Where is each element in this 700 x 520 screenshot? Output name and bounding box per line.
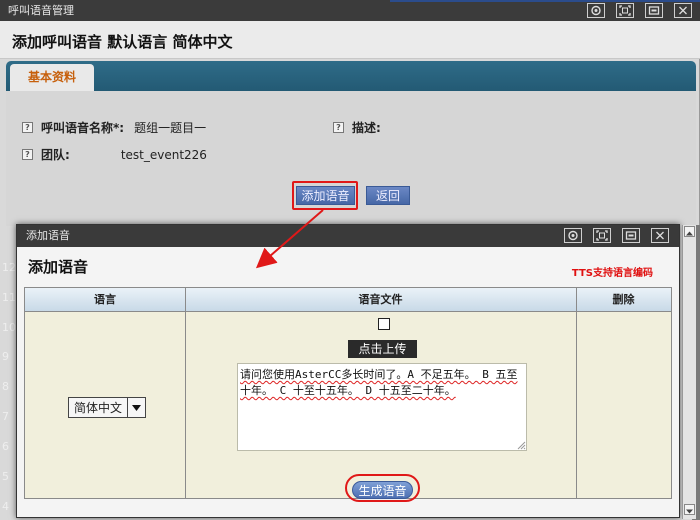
window-titlebar: 呼叫语音管理 — [0, 0, 700, 21]
add-voice-dialog: 添加语音 添加语音 TTS支持语言编码 语言 语音文件 删除 简体中文 点击上传… — [16, 224, 696, 519]
tab-basic-info[interactable]: 基本资料 — [10, 64, 94, 91]
tts-text-input[interactable]: 请问您使用AsterCC多长时间了。A 不足五年。 B 五至十年。 C 十至十五… — [237, 363, 527, 451]
settings-icon[interactable] — [564, 228, 582, 243]
table-header: 语言 语音文件 删除 — [25, 288, 671, 312]
field-description: ? 描述: — [333, 119, 381, 136]
dialog-titlebar-text: 添加语音 — [26, 229, 70, 242]
generate-voice-button[interactable]: 生成语音 — [352, 481, 413, 499]
voice-name-value: 题组一题目一 — [134, 121, 207, 135]
field-team: ? 团队: test_event226 — [22, 146, 207, 163]
team-value: test_event226 — [120, 147, 207, 162]
page-header: 添加呼叫语音 默认语言 简体中文 — [0, 21, 700, 59]
resize-grip-icon[interactable] — [517, 441, 526, 450]
column-divider — [576, 288, 577, 498]
dialog-titlebar: 添加语音 — [17, 225, 679, 247]
add-voice-button[interactable]: 添加语音 — [296, 186, 355, 205]
dialog-title: 添加语音 — [28, 258, 89, 276]
side-number: 10 — [2, 321, 16, 334]
side-number: 11 — [2, 291, 16, 304]
field-voice-name: ? 呼叫语音名称*: 题组一题目一 — [22, 119, 206, 136]
column-language: 语言 — [94, 293, 116, 306]
maximize-icon[interactable] — [616, 3, 634, 18]
column-divider — [185, 288, 186, 498]
tab-bar: 基本资料 — [6, 61, 696, 91]
page-title: 添加呼叫语音 默认语言 简体中文 — [12, 33, 233, 51]
dialog-scrollbar[interactable] — [682, 225, 696, 519]
scroll-down-icon[interactable] — [684, 504, 695, 515]
close-icon[interactable] — [651, 228, 669, 243]
maximize-icon[interactable] — [593, 228, 611, 243]
side-number: 12 — [2, 261, 16, 274]
close-icon[interactable] — [674, 3, 692, 18]
dialog-controls — [564, 228, 669, 243]
side-number: 8 — [2, 380, 9, 393]
column-delete: 删除 — [612, 293, 635, 306]
help-icon[interactable]: ? — [333, 122, 344, 133]
minimize-icon[interactable] — [622, 228, 640, 243]
window-controls — [587, 3, 692, 18]
side-number: 4 — [2, 500, 9, 513]
side-number: 9 — [2, 350, 9, 363]
language-select[interactable]: 简体中文 — [68, 397, 146, 418]
team-label: 团队: — [41, 148, 70, 162]
help-icon[interactable]: ? — [22, 149, 33, 160]
language-select-value: 简体中文 — [73, 401, 122, 415]
window-title: 呼叫语音管理 — [8, 4, 74, 17]
upload-button[interactable]: 点击上传 — [348, 340, 417, 358]
minimize-icon[interactable] — [645, 3, 663, 18]
side-number: 5 — [2, 470, 9, 483]
scroll-up-icon[interactable] — [684, 226, 695, 237]
side-number: 6 — [2, 440, 9, 453]
titlebar-strip — [390, 0, 700, 2]
side-number: 7 — [2, 410, 9, 423]
voice-name-label: 呼叫语音名称*: — [41, 121, 125, 135]
tts-language-codes-link[interactable]: TTS支持语言编码 — [572, 264, 653, 279]
dialog-header: 添加语音 TTS支持语言编码 — [17, 247, 679, 283]
chevron-down-icon[interactable] — [127, 398, 145, 417]
back-button[interactable]: 返回 — [366, 186, 410, 205]
voice-file-checkbox[interactable] — [378, 318, 390, 330]
description-label: 描述: — [352, 121, 381, 135]
voice-table: 语言 语音文件 删除 简体中文 点击上传 请问您使用AsterCC多长时间了。A… — [24, 287, 672, 502]
help-icon[interactable]: ? — [22, 122, 33, 133]
column-voice-file: 语音文件 — [358, 293, 403, 306]
settings-icon[interactable] — [587, 3, 605, 18]
